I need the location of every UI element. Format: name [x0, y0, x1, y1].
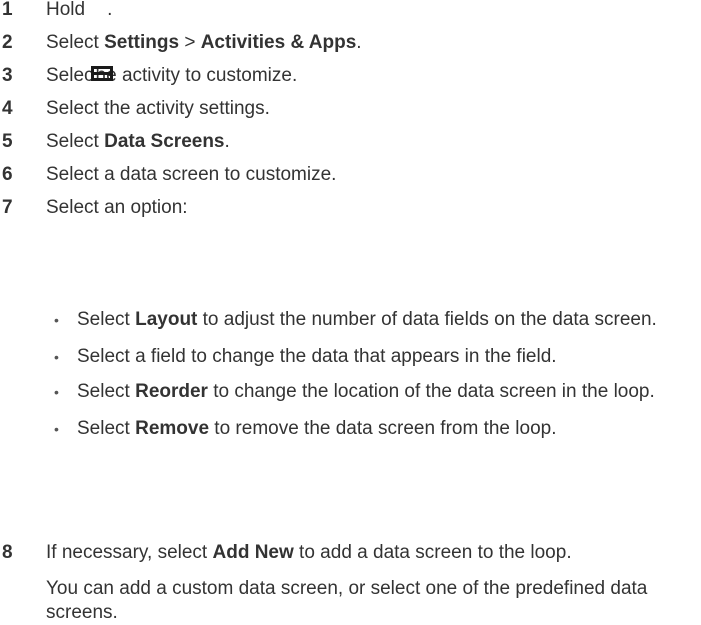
step-number: 7 — [2, 197, 13, 218]
data-screens-term: Data Screens — [104, 131, 225, 152]
reorder-term: Reorder — [135, 381, 208, 402]
step-number: 5 — [2, 131, 13, 152]
step-text: Select the activity settings. — [46, 98, 270, 119]
option-text-part: Select — [77, 418, 136, 439]
step-6: 6 Select a data screen to customize. — [0, 158, 701, 191]
option-text-part: Select — [77, 309, 136, 330]
step-text-part: . — [356, 32, 362, 53]
step-list: 1 Hold. 2 Select Settings > Activities &… — [0, 0, 701, 224]
step-text-part: Selec — [46, 65, 94, 86]
step-text: Select Data Screens. — [46, 131, 230, 152]
step-text-part: Hold — [46, 0, 86, 20]
step-number: 1 — [2, 0, 13, 20]
remove-term: Remove — [135, 418, 210, 439]
option-item-remove: Select Remove to remove the data screen … — [0, 417, 701, 441]
step-7: 7 Select an option: — [0, 191, 701, 224]
step-text-part: . — [224, 131, 230, 152]
step-text-part: he activity to customize. — [95, 65, 298, 86]
step-3: 3 Selec he activity to customize. — [0, 59, 701, 92]
option-text-part: to change the location of the data scree… — [207, 381, 655, 402]
option-item-reorder: Select Reorder to change the location of… — [0, 380, 701, 404]
step-5: 5 Select Data Screens. — [0, 125, 701, 158]
option-list: Select Layout to adjust the number of da… — [0, 308, 701, 452]
add-new-term: Add New — [212, 542, 294, 563]
menu-icon — [91, 63, 113, 83]
step-number: 4 — [2, 98, 13, 119]
option-text-part: to adjust the number of data fields on t… — [197, 309, 657, 330]
step-number: 3 — [2, 65, 13, 86]
note-text: You can add a custom data screen, or sel… — [46, 578, 648, 623]
step-text-part: to add a data screen to the loop. — [293, 542, 572, 563]
step-number: 2 — [2, 32, 13, 53]
layout-term: Layout — [135, 309, 198, 330]
step-text: Select Settings > Activities & Apps. — [46, 32, 362, 53]
step-text: Select a data screen to customize. — [46, 164, 337, 185]
option-item-field: Select a field to change the data that a… — [0, 345, 701, 369]
option-text-part: to remove the data screen from the loop. — [209, 418, 557, 439]
step-number: 6 — [2, 164, 13, 185]
step-2: 2 Select Settings > Activities & Apps. — [0, 26, 701, 59]
option-item-layout: Select Layout to adjust the number of da… — [0, 308, 701, 332]
step-text-part: . — [107, 0, 113, 20]
step-text-part: Select — [46, 131, 105, 152]
activities-apps-term: Activities & Apps — [200, 32, 357, 53]
option-text-part: Select — [77, 381, 136, 402]
step-text-part: Select — [46, 32, 105, 53]
step-text-part: If necessary, select — [46, 542, 213, 563]
step-text: Selec he activity to customize. — [46, 65, 297, 86]
step-8: 8 If necessary, select Add New to add a … — [0, 541, 701, 565]
step-text-part: > — [179, 32, 201, 53]
step-number: 8 — [2, 542, 13, 563]
step-text: Select an option: — [46, 197, 188, 218]
step-4: 4 Select the activity settings. — [0, 92, 701, 125]
settings-term: Settings — [104, 32, 180, 53]
step-1: 1 Hold. — [0, 0, 701, 26]
step-text: Hold. — [46, 0, 112, 20]
